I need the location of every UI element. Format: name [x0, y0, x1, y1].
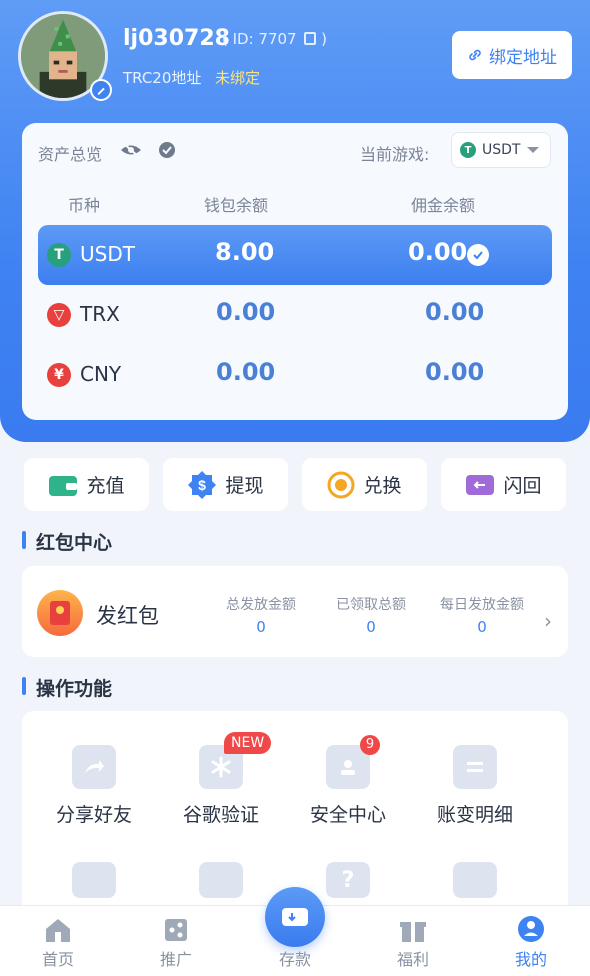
- dollar-badge-icon: $: [188, 470, 217, 499]
- flashback-button[interactable]: 闪回: [441, 458, 566, 511]
- tab-mine[interactable]: 我的: [486, 905, 576, 976]
- username: lj030728: [123, 26, 230, 51]
- exchange-button[interactable]: 兑换: [302, 458, 427, 511]
- ledger-icon[interactable]: [453, 745, 497, 789]
- function-label[interactable]: 谷歌验证: [158, 800, 284, 827]
- tether-icon[interactable]: [199, 862, 243, 898]
- address-status: 未绑定: [215, 69, 261, 87]
- redpacket-icon: [37, 590, 83, 636]
- column-wallet: 钱包余额: [204, 196, 269, 215]
- redpacket-title: 发红包: [96, 604, 159, 628]
- tab-deposit-label: 存款: [278, 950, 311, 969]
- refresh-icon[interactable]: [158, 141, 176, 159]
- caret-down-icon: [527, 147, 540, 153]
- asset-row-wallet: 0.00: [216, 358, 276, 386]
- redpacket-stat-label: 总发放金额: [226, 597, 296, 613]
- user-id: ( ID: 7707 ): [222, 30, 328, 48]
- trx-icon: ▽: [47, 303, 71, 327]
- game-select[interactable]: T USDT: [451, 132, 551, 168]
- user-icon: [518, 916, 544, 942]
- tab-promote[interactable]: 推广: [131, 905, 221, 976]
- asset-overview-title: 资产总览: [38, 145, 103, 164]
- share-nodes-icon: [165, 919, 187, 941]
- function-label[interactable]: 安全中心: [285, 800, 411, 827]
- withdraw-button[interactable]: $ 提现: [163, 458, 288, 511]
- tab-welfare[interactable]: 福利: [368, 905, 458, 976]
- flashback-label: 闪回: [503, 475, 542, 497]
- tab-home[interactable]: 首页: [13, 905, 103, 976]
- user-id-text: ( ID: 7707: [222, 30, 297, 48]
- cloud-download-icon[interactable]: [453, 862, 497, 898]
- help-icon[interactable]: ?: [326, 862, 370, 898]
- redpacket-stat-label: 每日发放金额: [440, 597, 524, 613]
- usdt-icon: T: [47, 243, 71, 267]
- cny-icon: ¥: [47, 363, 71, 387]
- tab-home-label: 首页: [41, 950, 74, 969]
- eye-hidden-icon[interactable]: [120, 141, 142, 159]
- redpacket-stat-value: 0: [256, 618, 266, 636]
- asset-row-commission: 0.00: [425, 358, 485, 386]
- redpacket-stat-value: 0: [477, 618, 487, 636]
- asset-row-commission: 0.00: [408, 238, 468, 266]
- asset-row-commission: 0.00: [425, 298, 485, 326]
- asset-row-coin: CNY: [80, 362, 122, 386]
- bind-address-label: 绑定地址: [489, 47, 557, 68]
- column-commission: 佣金余额: [411, 196, 476, 215]
- exchange-label: 兑换: [363, 475, 402, 497]
- link-icon: [469, 49, 481, 61]
- new-badge: NEW: [224, 732, 272, 754]
- redpacket-stat-label: 已领取总额: [336, 597, 406, 613]
- asset-row-coin: USDT: [80, 242, 135, 266]
- svg-text:$: $: [199, 477, 207, 493]
- card-return-icon: [466, 474, 495, 495]
- deposit-button[interactable]: 充值: [24, 458, 149, 511]
- column-coin: 币种: [68, 196, 101, 215]
- function-label[interactable]: 账变明细: [412, 800, 538, 827]
- withdraw-label: 提现: [225, 475, 264, 497]
- check-icon: [467, 244, 489, 266]
- copy-icon[interactable]: [304, 32, 317, 45]
- asset-row-wallet: 8.00: [215, 238, 275, 266]
- address-label: TRC20地址: [123, 69, 202, 87]
- current-game-label: 当前游戏:: [360, 145, 430, 164]
- share-icon[interactable]: [72, 745, 116, 789]
- document-icon[interactable]: [72, 862, 116, 898]
- bind-address-button[interactable]: 绑定地址: [452, 31, 572, 79]
- edit-avatar-icon[interactable]: [90, 79, 112, 101]
- asset-row-coin: TRX: [80, 302, 120, 326]
- chevron-right-icon[interactable]: ›: [544, 609, 552, 633]
- tab-deposit[interactable]: 存款: [250, 905, 340, 976]
- asset-row-wallet: 0.00: [216, 298, 276, 326]
- tab-promote-label: 推广: [159, 950, 192, 969]
- gift-icon: [400, 922, 426, 942]
- deposit-label: 充值: [86, 475, 125, 497]
- game-select-value: USDT: [482, 142, 521, 158]
- security-count-badge: 9: [360, 735, 380, 755]
- usdt-icon: T: [460, 142, 476, 158]
- redpacket-stat-value: 0: [366, 618, 376, 636]
- tab-welfare-label: 福利: [396, 950, 429, 969]
- redpacket-section-title: 红包中心: [22, 528, 112, 555]
- wallet-icon: [49, 475, 78, 496]
- exchange-icon: [327, 471, 355, 498]
- function-label[interactable]: 分享好友: [31, 800, 157, 827]
- home-icon: [46, 919, 70, 942]
- tab-mine-label: 我的: [514, 950, 547, 969]
- functions-section-title: 操作功能: [22, 674, 112, 701]
